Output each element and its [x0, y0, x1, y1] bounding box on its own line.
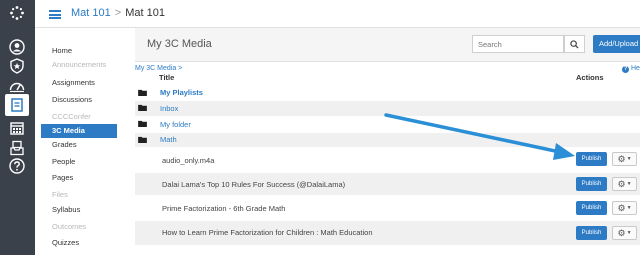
folder-label[interactable]: Inbox: [160, 104, 178, 113]
settings-dropdown-button[interactable]: ⚙ ▼: [612, 226, 637, 240]
help-circle-icon: ?: [622, 66, 629, 73]
add-upload-button[interactable]: Add/Upload ▾: [593, 35, 640, 53]
course-nav-pages[interactable]: Pages: [41, 171, 117, 185]
folder-icon: [138, 104, 147, 111]
publish-button[interactable]: Publish: [576, 226, 607, 240]
caret-down-icon: ▼: [626, 230, 632, 236]
course-nav-assignments[interactable]: Assignments: [41, 76, 117, 90]
help-icon[interactable]: [7, 156, 27, 176]
app-window: Mat 101 > Mat 101 Home Announcements Assig…: [0, 0, 640, 255]
caret-down-icon: ▼: [626, 156, 632, 162]
settings-dropdown-button[interactable]: ⚙ ▼: [612, 152, 637, 166]
gear-icon: ⚙: [617, 153, 626, 164]
folder-row-math[interactable]: Math: [135, 133, 640, 147]
media-row: Prime Factorization - 6th Grade Math Pub…: [135, 196, 640, 220]
media-title[interactable]: Prime Factorization - 6th Grade Math: [162, 204, 285, 213]
courses-icon[interactable]: [5, 94, 29, 116]
folder-row-my-playlists[interactable]: My Playlists: [135, 86, 640, 100]
hamburger-menu-icon[interactable]: [49, 10, 61, 19]
folder-icon: [138, 136, 147, 143]
course-nav-grades[interactable]: Grades: [41, 138, 117, 152]
breadcrumb: Mat 101 > Mat 101: [71, 7, 165, 19]
dashboard-icon[interactable]: [7, 76, 27, 96]
media-row: How to Learn Prime Factorization for Chi…: [135, 221, 640, 245]
column-header-title: Title: [159, 73, 175, 82]
media-title[interactable]: Dalai Lama's Top 10 Rules For Success (@…: [162, 180, 345, 189]
folder-row-inbox[interactable]: Inbox: [135, 101, 640, 116]
publish-button[interactable]: Publish: [576, 177, 607, 191]
media-row: audio_only.m4a Publish ⚙ ▼: [135, 148, 640, 172]
page-title: My 3C Media: [147, 38, 212, 50]
gear-icon: ⚙: [617, 178, 626, 189]
media-title[interactable]: audio_only.m4a: [162, 156, 214, 165]
publish-button[interactable]: Publish: [576, 201, 607, 215]
inbox-icon[interactable]: [7, 138, 27, 158]
course-nav-3c-media[interactable]: 3C Media: [41, 124, 117, 138]
course-nav-discussions[interactable]: Discussions: [41, 93, 117, 107]
folder-icon: [138, 89, 147, 96]
caret-down-icon: ▼: [626, 181, 632, 187]
course-nav-home[interactable]: Home: [41, 44, 117, 58]
breadcrumb-current: Mat 101: [125, 7, 165, 19]
course-nav-syllabus[interactable]: Syllabus: [41, 203, 117, 217]
search-icon: [570, 39, 579, 49]
folder-label[interactable]: My folder: [160, 120, 191, 129]
global-nav: [0, 0, 35, 255]
course-nav-quizzes[interactable]: Quizzes: [41, 236, 117, 250]
search-input[interactable]: [472, 35, 564, 53]
help-link-label: He: [631, 65, 640, 72]
calendar-icon[interactable]: [7, 118, 27, 138]
settings-dropdown-button[interactable]: ⚙ ▼: [612, 201, 637, 215]
course-nav-outcomes[interactable]: Outcomes: [41, 220, 117, 234]
folder-path-link[interactable]: My 3C Media >: [135, 65, 182, 72]
help-link[interactable]: ? He: [622, 65, 640, 73]
publish-button[interactable]: Publish: [576, 152, 607, 166]
settings-dropdown-button[interactable]: ⚙ ▼: [612, 177, 637, 191]
course-nav: Home Announcements Assignments Discussio…: [35, 28, 117, 255]
breadcrumb-course-link[interactable]: Mat 101: [71, 7, 111, 19]
caret-down-icon: ▼: [626, 205, 632, 211]
column-header-actions: Actions: [576, 73, 604, 82]
media-title[interactable]: How to Learn Prime Factorization for Chi…: [162, 228, 373, 237]
course-nav-cccconfer[interactable]: CCCConfer: [41, 110, 117, 124]
gear-icon: ⚙: [617, 227, 626, 238]
folder-label[interactable]: My Playlists: [160, 88, 203, 97]
canvas-logo-icon[interactable]: [7, 3, 27, 23]
course-nav-announcements[interactable]: Announcements: [41, 58, 117, 72]
folder-row-my-folder[interactable]: My folder: [135, 117, 640, 132]
course-nav-files[interactable]: Files: [41, 188, 117, 202]
account-icon[interactable]: [7, 37, 27, 57]
folder-icon: [138, 120, 147, 127]
media-row: Dalai Lama's Top 10 Rules For Success (@…: [135, 173, 640, 195]
admin-icon[interactable]: [7, 56, 27, 76]
breadcrumb-separator: >: [114, 7, 122, 19]
gear-icon: ⚙: [617, 202, 626, 213]
media-header: My 3C Media Add/Upload ▾: [135, 28, 640, 62]
search-button[interactable]: [564, 35, 585, 53]
top-bar: Mat 101 > Mat 101: [35, 0, 640, 28]
folder-label[interactable]: Math: [160, 135, 177, 144]
main-content: My 3C Media Add/Upload ▾ My 3C Media > ?…: [135, 28, 640, 255]
course-nav-people[interactable]: People: [41, 155, 117, 169]
